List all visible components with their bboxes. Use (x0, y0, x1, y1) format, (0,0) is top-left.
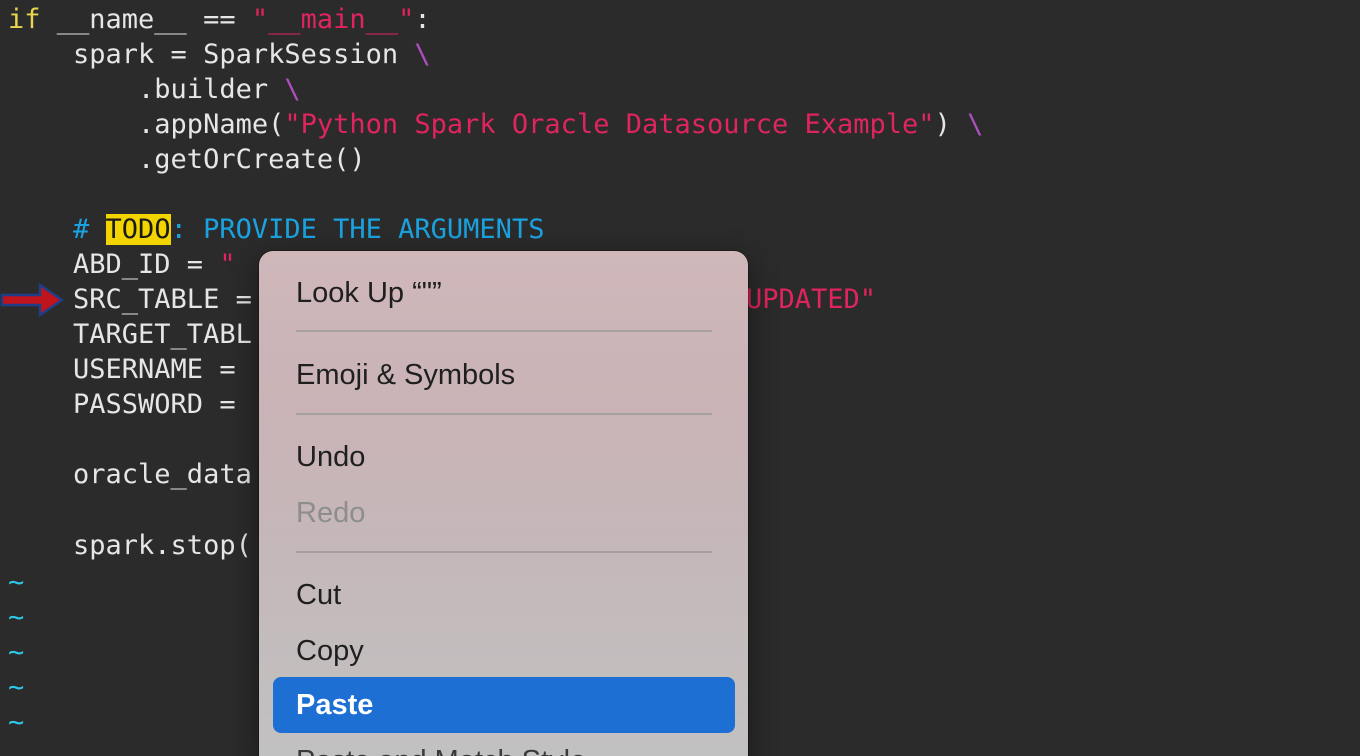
code-text: spark.stop( (8, 530, 252, 561)
menu-item-undo[interactable]: Undo (296, 435, 365, 479)
context-menu: Look Up “"” Emoji & Symbols Undo Redo Cu… (259, 251, 748, 756)
code-line-16: spark.stop( (8, 528, 252, 563)
code-text: .builder (8, 74, 285, 105)
menu-separator (296, 413, 712, 415)
menu-item-copy[interactable]: Copy (296, 629, 364, 673)
code-line-11: USERNAME = (8, 352, 236, 387)
code-text: USERNAME = (8, 354, 236, 385)
code-text: __name__ == (40, 4, 252, 35)
menu-item-paste[interactable]: Paste (296, 683, 373, 727)
line-continuation: \ (967, 109, 984, 140)
empty-line-tilde: ~ (8, 672, 25, 703)
code-line-5: .getOrCreate() (8, 142, 366, 177)
code-line-2: spark = SparkSession \ (8, 37, 431, 72)
empty-line-tilde: ~ (8, 602, 25, 633)
code-text: .getOrCreate() (8, 144, 366, 175)
todo-marker: TODO (105, 214, 171, 245)
code-text: TARGET_TABL (8, 319, 252, 350)
menu-item-redo: Redo (296, 497, 366, 529)
code-line-10: TARGET_TABL (8, 317, 252, 352)
keyword-if: if (8, 4, 41, 35)
menu-item-emoji-symbols[interactable]: Emoji & Symbols (296, 353, 515, 397)
menu-item-cut[interactable]: Cut (296, 573, 341, 617)
code-text: spark = SparkSession (8, 39, 415, 70)
string-literal-tail: UPDATED" (746, 284, 877, 315)
menu-separator (296, 330, 712, 332)
string-literal: "Python Spark Oracle Datasource Example" (284, 109, 935, 140)
code-line-8: ABD_ID = " (8, 247, 236, 282)
code-line-4: .appName("Python Spark Oracle Datasource… (8, 107, 983, 142)
line-continuation: \ (284, 74, 301, 105)
empty-line-tilde: ~ (8, 567, 25, 598)
code-line-3: .builder \ (8, 72, 301, 107)
menu-separator (296, 551, 712, 553)
empty-line-tilde: ~ (8, 637, 25, 668)
comment-hash: # (8, 214, 106, 245)
code-text: .appName( (8, 109, 285, 140)
menu-item-paste-and-match-style[interactable]: Paste and Match Style (296, 739, 586, 756)
code-text: : (414, 4, 431, 35)
menu-item-look-up[interactable]: Look Up “"” (296, 271, 442, 315)
code-line-12: PASSWORD = (8, 387, 236, 422)
code-line-14: oracle_data (8, 457, 252, 492)
string-literal: "__main__" (251, 4, 415, 35)
line-continuation: \ (414, 39, 431, 70)
comment-text: : PROVIDE THE ARGUMENTS (170, 214, 545, 245)
code-text: ) (934, 109, 968, 140)
code-line-1: if __name__ == "__main__": (8, 2, 431, 37)
code-text: oracle_data (8, 459, 252, 490)
string-literal: " (219, 249, 236, 280)
empty-line-tilde: ~ (8, 707, 25, 738)
code-text: PASSWORD = (8, 389, 236, 420)
right-arrow-icon (0, 282, 64, 318)
code-line-7: # TODO: PROVIDE THE ARGUMENTS (8, 212, 544, 247)
code-text: ABD_ID = (8, 249, 220, 280)
